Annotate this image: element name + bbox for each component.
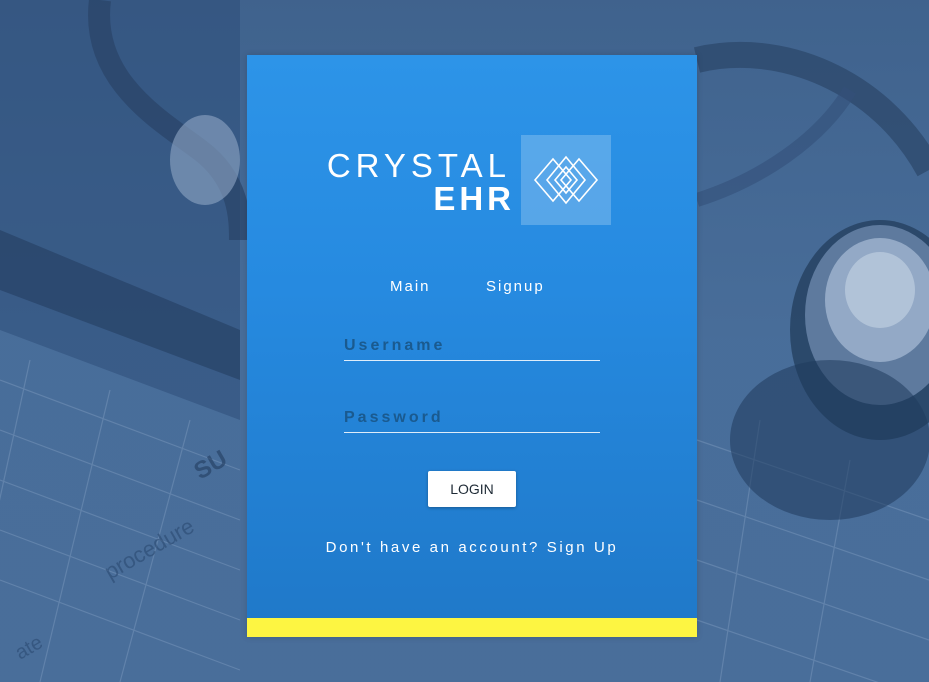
nav-link-signup[interactable]: Signup <box>486 278 545 295</box>
accent-bar <box>247 618 697 637</box>
signup-link[interactable]: Sign Up <box>547 539 619 556</box>
signup-prompt: Don't have an account? Sign Up <box>247 539 697 556</box>
login-button[interactable]: LOGIN <box>428 471 516 507</box>
login-panel: CRYSTAL EHR Main Signup LOGIN Don't have… <box>247 55 697 637</box>
password-input[interactable] <box>344 403 600 433</box>
nav-link-main[interactable]: Main <box>390 278 431 295</box>
signup-prompt-text: Don't have an account? <box>325 539 547 556</box>
brand-name-line2: EHR <box>433 180 515 217</box>
svg-text:ate: ate <box>12 631 47 664</box>
svg-text:SU: SU <box>190 445 232 485</box>
brand-logo: CRYSTAL EHR <box>327 135 611 225</box>
top-nav: Main Signup <box>247 278 697 298</box>
diamond-lattice-icon <box>521 135 611 225</box>
username-input[interactable] <box>344 331 600 361</box>
